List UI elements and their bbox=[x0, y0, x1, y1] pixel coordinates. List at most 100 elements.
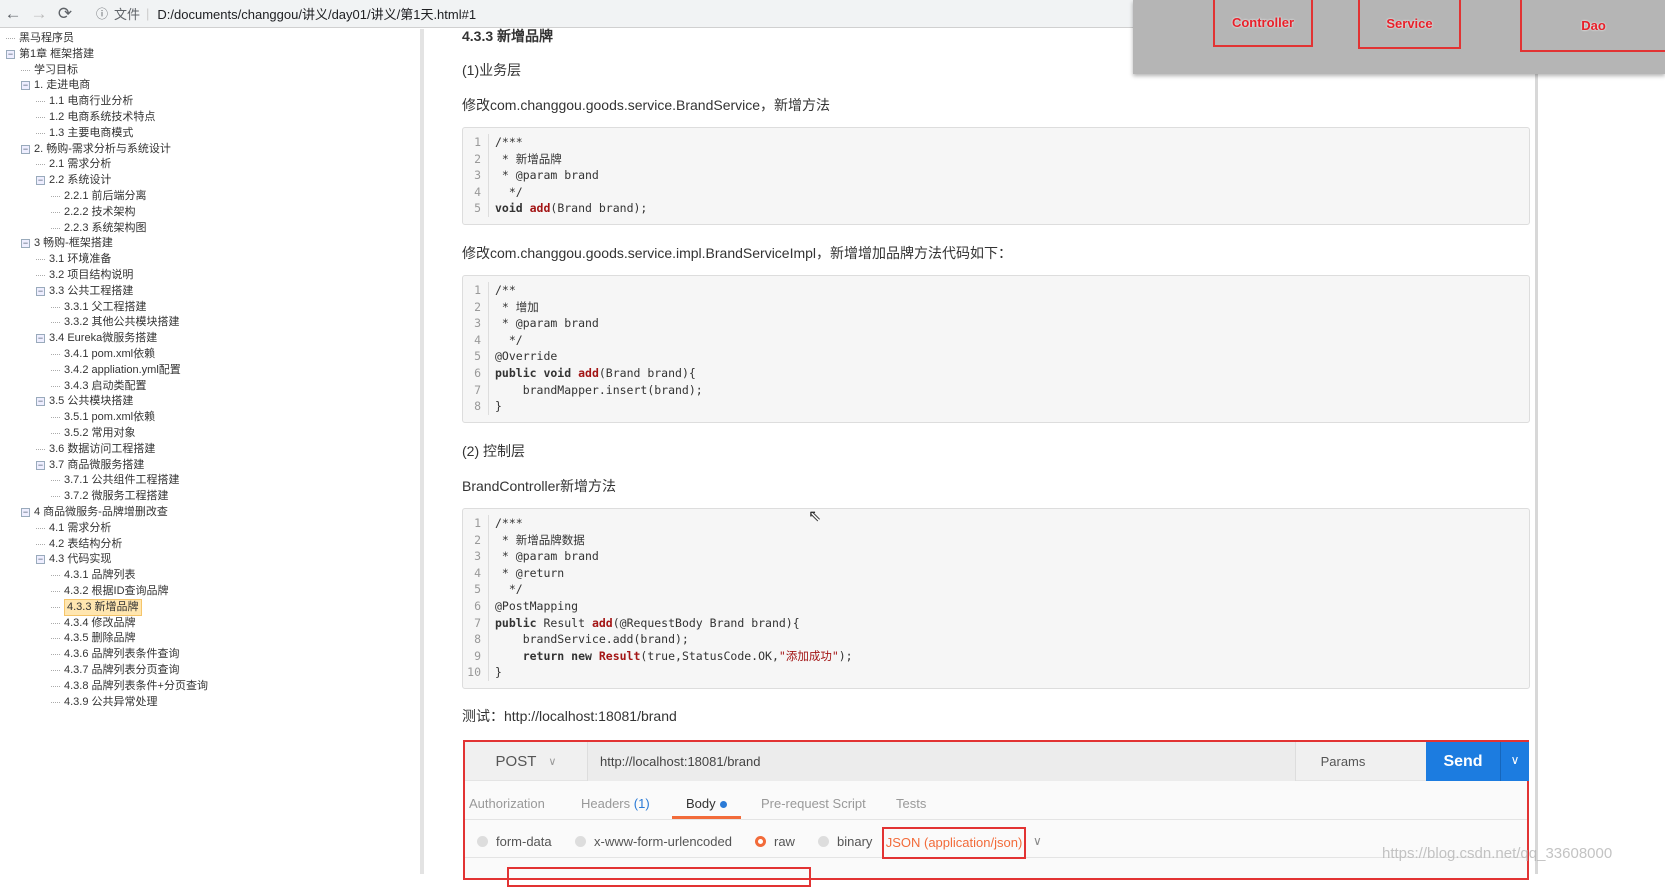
chevron-down-icon[interactable]: ∨ bbox=[1033, 834, 1042, 848]
tree-connector bbox=[51, 385, 60, 387]
toc-item[interactable]: 3.2 项目结构说明 bbox=[36, 268, 133, 283]
radio-form-data[interactable]: form-data bbox=[477, 834, 552, 849]
toc-item[interactable]: 3.6 数据访问工程搭建 bbox=[36, 442, 155, 457]
toc-item[interactable]: 3.7.2 微服务工程搭建 bbox=[51, 489, 169, 504]
toc-item-label: 3.4.1 pom.xml依赖 bbox=[64, 348, 156, 360]
body-editor-highlight[interactable] bbox=[507, 867, 811, 887]
toc-item[interactable]: 4.3.3 新增品牌 bbox=[51, 598, 142, 616]
toc-item[interactable]: −4.3 代码实现 bbox=[36, 552, 111, 567]
toc-item[interactable]: 3.4.2 appliation.yml配置 bbox=[51, 363, 181, 378]
radio-urlencoded[interactable]: x-www-form-urlencoded bbox=[575, 834, 732, 849]
collapse-icon[interactable]: − bbox=[36, 334, 45, 344]
line-number: 3 bbox=[463, 167, 489, 184]
toc-item[interactable]: 4.3.9 公共异常处理 bbox=[51, 695, 158, 710]
send-options-chevron-icon[interactable]: ∨ bbox=[1500, 742, 1529, 781]
toc-item[interactable]: 1.1 电商行业分析 bbox=[36, 94, 133, 109]
content-type-select[interactable]: JSON (application/json) bbox=[882, 827, 1026, 859]
toc-item[interactable]: 4.3.5 删除品牌 bbox=[51, 631, 136, 646]
modified-dot-icon bbox=[719, 801, 727, 809]
collapse-icon[interactable]: − bbox=[36, 286, 45, 296]
radio-raw[interactable]: raw bbox=[755, 834, 795, 849]
back-icon[interactable]: ← bbox=[0, 4, 26, 24]
toc-item[interactable]: −2. 畅购-需求分析与系统设计 bbox=[21, 142, 171, 157]
collapse-icon[interactable]: − bbox=[21, 144, 30, 154]
url-text[interactable]: D:/documents/changgou/讲义/day01/讲义/第1天.ht… bbox=[157, 4, 476, 23]
collapse-icon[interactable]: − bbox=[6, 49, 15, 59]
toc-item[interactable]: 2.2.1 前后端分离 bbox=[51, 189, 147, 204]
address-bar[interactable]: ⓘ 文件 | D:/documents/changgou/讲义/day01/讲义… bbox=[88, 1, 1188, 26]
toc-item[interactable]: 4.1 需求分析 bbox=[36, 521, 111, 536]
sidebar-scrollbar[interactable] bbox=[420, 29, 424, 874]
toc-item[interactable]: 3.5.2 常用对象 bbox=[51, 426, 136, 441]
toc-item[interactable]: −4 商品微服务-品牌增删改查 bbox=[21, 505, 168, 520]
code-line: 7 public Result add (@RequestBody Brand br… bbox=[463, 614, 1529, 632]
tab-tests[interactable]: Tests bbox=[896, 796, 926, 811]
toc-item[interactable]: 3.5.1 pom.xml依赖 bbox=[51, 410, 155, 425]
toc-item[interactable]: 4.3.4 修改品牌 bbox=[51, 616, 136, 631]
toc-item[interactable]: −3.4 Eureka微服务搭建 bbox=[36, 331, 157, 346]
toc-item[interactable]: −2.2 系统设计 bbox=[36, 173, 111, 188]
collapse-icon[interactable]: − bbox=[36, 397, 45, 407]
toc-item[interactable]: −3.5 公共模块搭建 bbox=[36, 394, 133, 409]
toc-item-label: 3.5.1 pom.xml依赖 bbox=[64, 411, 156, 424]
toc-item[interactable]: 1.3 主要电商模式 bbox=[36, 126, 133, 141]
toc-item[interactable]: 3.4.3 启动类配置 bbox=[51, 379, 147, 394]
code-token: (@RequestBody Brand brand){ bbox=[612, 615, 800, 630]
collapse-icon[interactable]: − bbox=[21, 508, 30, 517]
radio-binary[interactable]: binary bbox=[818, 834, 872, 849]
code-line: 9 return new Result (true,StatusCode.OK, "… bbox=[463, 647, 1529, 665]
reload-icon[interactable]: ⟳ bbox=[52, 4, 78, 24]
toc-item[interactable]: 黑马程序员 bbox=[6, 31, 74, 46]
toc-item[interactable]: 2.2.2 技术架构 bbox=[51, 205, 136, 220]
toc-item[interactable]: 4.3.8 品牌列表条件+分页查询 bbox=[51, 679, 208, 694]
toc-item[interactable]: 学习目标 bbox=[21, 63, 78, 78]
send-button[interactable]: Send bbox=[1426, 742, 1500, 781]
toc-item-label: 3.5 公共模块搭建 bbox=[49, 395, 134, 408]
toc-item[interactable]: −3 畅购-框架搭建 bbox=[21, 236, 113, 251]
info-icon[interactable]: ⓘ bbox=[96, 5, 108, 22]
toc-item[interactable]: −1. 走进电商 bbox=[21, 78, 90, 93]
tree-connector bbox=[51, 306, 60, 308]
toc-item[interactable]: 3.7.1 公共组件工程搭建 bbox=[51, 473, 180, 488]
collapse-icon[interactable]: − bbox=[36, 460, 45, 470]
code-line: 4 * @return bbox=[463, 564, 1529, 582]
collapse-icon[interactable]: − bbox=[36, 555, 45, 565]
toc-item-label: 1. 走进电商 bbox=[34, 79, 91, 92]
line-number: 5 bbox=[463, 200, 489, 217]
toc-item[interactable]: 1.2 电商系统技术特点 bbox=[36, 110, 155, 125]
collapse-icon[interactable]: − bbox=[21, 239, 30, 249]
toc-item[interactable]: 4.2 表结构分析 bbox=[36, 537, 122, 552]
toc-item[interactable]: −3.3 公共工程搭建 bbox=[36, 284, 133, 299]
tab-headers[interactable]: Headers (1) bbox=[581, 796, 650, 811]
forward-icon[interactable]: → bbox=[26, 4, 52, 24]
controller-box: Controller bbox=[1213, 0, 1313, 47]
toc-item[interactable]: 2.1 需求分析 bbox=[36, 157, 111, 172]
toc-item[interactable]: 4.3.1 品牌列表 bbox=[51, 568, 136, 583]
tree-connector bbox=[36, 543, 45, 545]
toc-item[interactable]: −3.7 商品微服务搭建 bbox=[36, 458, 144, 473]
code-block-brandcontroller: 1/*** 2 * 新增品牌数据 3 * @param brand 4 * @retu… bbox=[462, 508, 1530, 689]
toc-item[interactable]: 4.3.6 品牌列表条件查询 bbox=[51, 647, 180, 662]
toc-item[interactable]: 3.3.2 其他公共模块搭建 bbox=[51, 315, 180, 330]
toc-item[interactable]: 3.1 环境准备 bbox=[36, 252, 111, 267]
collapse-icon[interactable]: − bbox=[36, 176, 45, 186]
url-input[interactable]: http://localhost:18081/brand bbox=[587, 742, 1295, 781]
method-label: POST bbox=[495, 753, 537, 770]
params-button[interactable]: Params bbox=[1295, 742, 1390, 781]
tab-body[interactable]: Body bbox=[672, 796, 741, 819]
toc-item[interactable]: 4.3.2 根据ID查询品牌 bbox=[51, 584, 169, 599]
toc-item[interactable]: 2.2.3 系统架构图 bbox=[51, 221, 147, 236]
service-label: Service bbox=[1386, 16, 1433, 31]
collapse-icon[interactable]: − bbox=[21, 81, 30, 91]
method-select[interactable]: POST ∨ bbox=[465, 742, 587, 781]
tab-authorization[interactable]: Authorization bbox=[469, 796, 545, 811]
toc-item-label: 1.2 电商系统技术特点 bbox=[49, 111, 156, 123]
toc-item-label: 3.4.2 appliation.yml配置 bbox=[64, 363, 181, 376]
code-line: 3 * @param brand bbox=[463, 548, 1529, 565]
toc-item[interactable]: − 第1章 框架搭建 bbox=[6, 47, 94, 62]
toc-item[interactable]: 3.4.1 pom.xml依赖 bbox=[51, 347, 155, 362]
toc-item[interactable]: 4.3.7 品牌列表分页查询 bbox=[51, 663, 180, 678]
tree-connector bbox=[51, 417, 60, 419]
tab-prerequest-script[interactable]: Pre-request Script bbox=[761, 796, 866, 811]
toc-item[interactable]: 3.3.1 父工程搭建 bbox=[51, 300, 147, 315]
